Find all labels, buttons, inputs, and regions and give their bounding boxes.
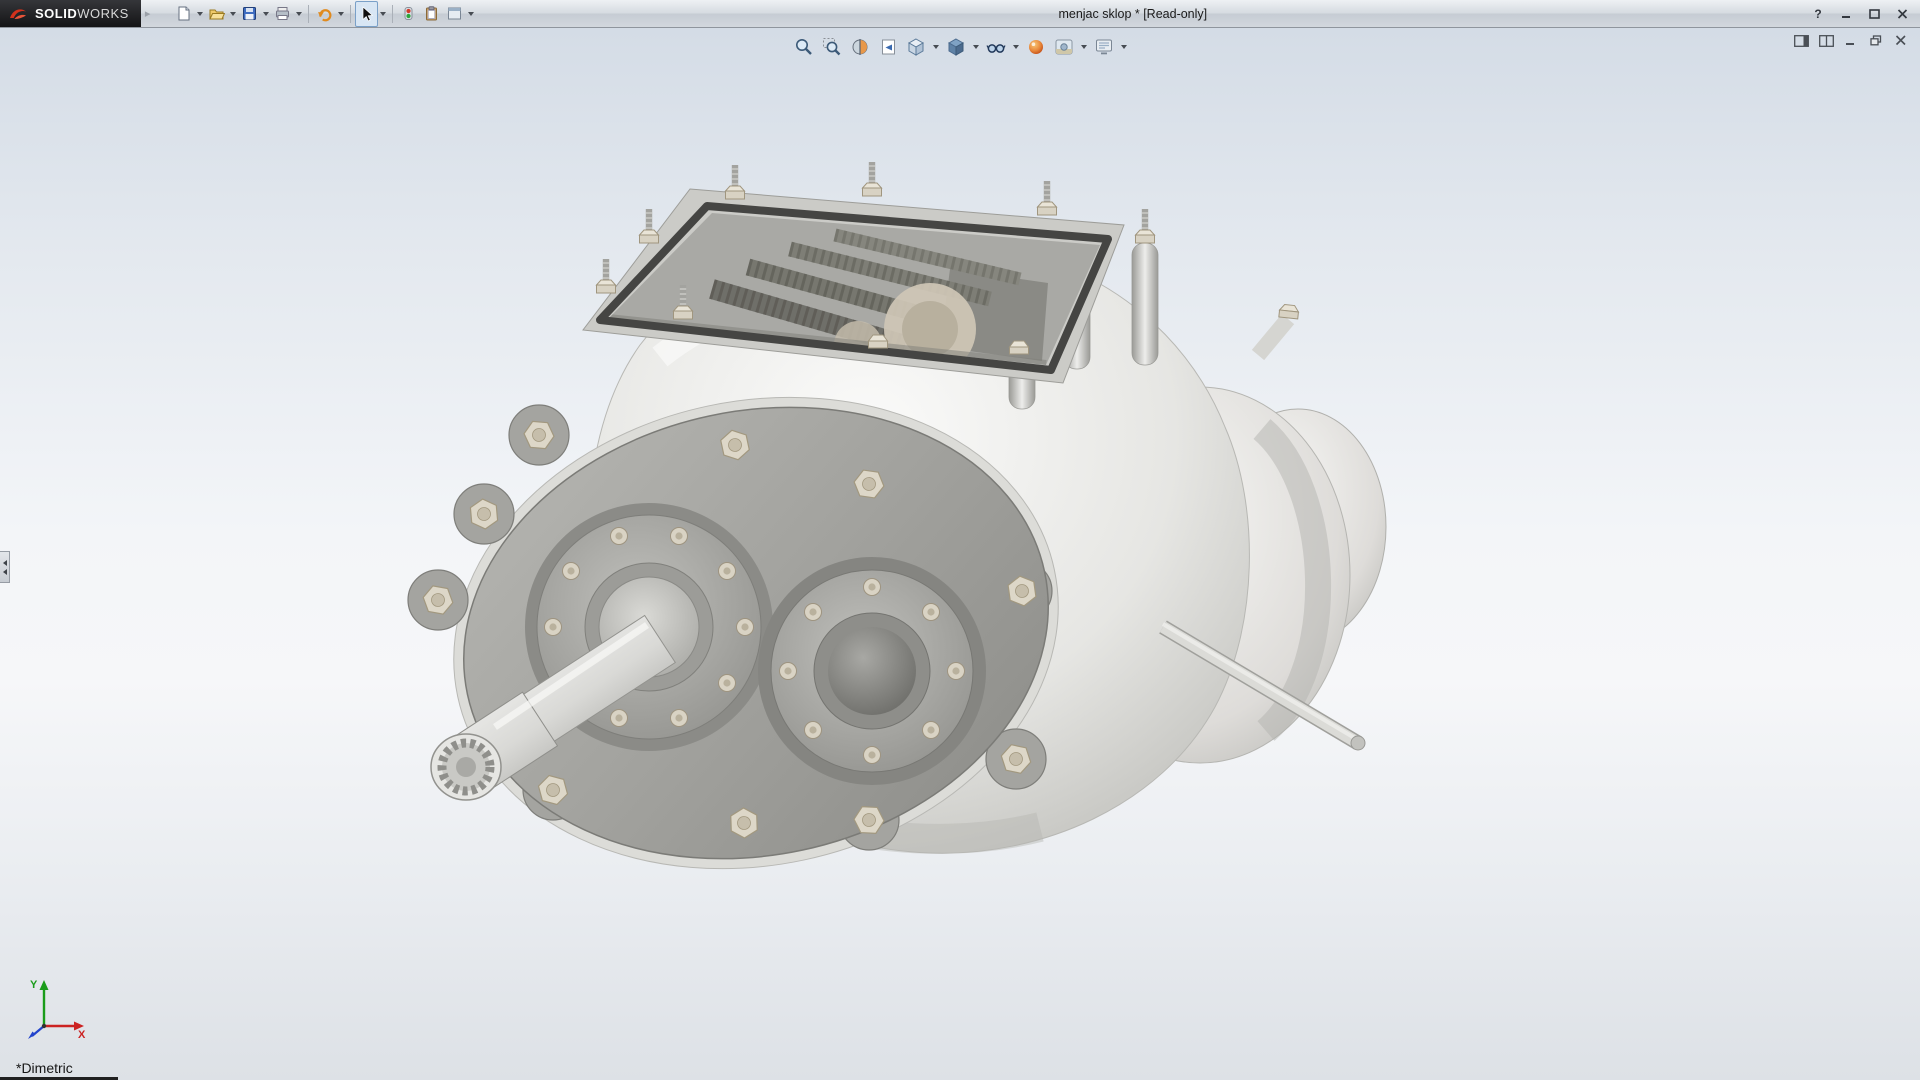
document-close-button[interactable] — [1892, 33, 1910, 48]
minimize-icon — [1841, 9, 1852, 19]
hide-show-items-dropdown[interactable] — [1011, 36, 1021, 58]
pane-toggle-button[interactable] — [1792, 33, 1810, 48]
main-toolbar — [172, 0, 476, 27]
zoom-to-area-button[interactable] — [819, 34, 845, 60]
zoom-to-fit-button[interactable] — [791, 34, 817, 60]
maximize-icon — [1869, 9, 1880, 19]
feature-manager-splitter[interactable] — [0, 551, 10, 583]
close-button[interactable] — [1892, 6, 1912, 22]
shaded-cube-icon — [946, 37, 966, 57]
save-floppy-icon — [241, 5, 258, 22]
graphics-viewport[interactable]: Y X *Dimetric — [0, 27, 1920, 1080]
gearbox-model[interactable] — [0, 27, 1920, 1080]
document-restore-button[interactable] — [1867, 33, 1885, 48]
toolbar-separator — [308, 5, 309, 23]
headsup-view-toolbar — [791, 34, 1129, 60]
triad-y-label: Y — [30, 979, 38, 991]
view-cube-icon — [906, 37, 926, 57]
clipboard-button[interactable] — [420, 1, 443, 27]
select-button[interactable] — [355, 1, 378, 27]
hide-show-items-button[interactable] — [983, 34, 1009, 60]
solidworks-ds-logo-icon — [8, 6, 28, 22]
minimize-button[interactable] — [1836, 6, 1856, 22]
view-orientation-label: *Dimetric — [16, 1060, 73, 1076]
panel-icon — [446, 5, 463, 22]
help-button[interactable]: ? — [1808, 6, 1828, 22]
apply-scene-dropdown[interactable] — [1079, 36, 1089, 58]
new-page-icon — [175, 5, 192, 22]
print-dropdown[interactable] — [294, 3, 304, 25]
appearance-ball-icon — [1026, 37, 1046, 57]
window-controls: ? — [1808, 6, 1920, 22]
new-document-button[interactable] — [172, 1, 195, 27]
select-dropdown[interactable] — [378, 3, 388, 25]
previous-view-button[interactable] — [875, 34, 901, 60]
view-settings-button[interactable] — [1091, 34, 1117, 60]
scene-icon — [1054, 37, 1074, 57]
undo-arrow-icon — [316, 5, 333, 22]
pane-toggle-icon — [1794, 35, 1809, 47]
select-cursor-icon — [358, 5, 375, 22]
magnifier-icon — [794, 37, 814, 57]
apply-scene-button[interactable] — [1051, 34, 1077, 60]
options-button[interactable] — [443, 1, 466, 27]
document-title: menjac sklop * [Read-only] — [1058, 7, 1207, 21]
magnifier-area-icon — [822, 37, 842, 57]
save-button[interactable] — [238, 1, 261, 27]
previous-view-icon — [878, 37, 898, 57]
display-style-button[interactable] — [943, 34, 969, 60]
view-settings-icon — [1094, 37, 1114, 57]
close-icon — [1897, 9, 1908, 19]
display-pane-toggle-icon — [1819, 35, 1834, 47]
maximize-button[interactable] — [1864, 6, 1884, 22]
solidworks-brand: SOLIDWORKS — [0, 0, 141, 27]
section-view-button[interactable] — [847, 34, 873, 60]
open-dropdown[interactable] — [228, 3, 238, 25]
menu-expand-chevron-icon[interactable]: ▸ — [145, 7, 151, 20]
undo-button[interactable] — [313, 1, 336, 27]
triad-x-label: X — [78, 1029, 86, 1041]
edit-appearance-button[interactable] — [1023, 34, 1049, 60]
document-minimize-icon — [1845, 35, 1857, 46]
print-button[interactable] — [271, 1, 294, 27]
orientation-triad: Y X — [22, 974, 94, 1044]
document-minimize-button[interactable] — [1842, 33, 1860, 48]
open-button[interactable] — [205, 1, 228, 27]
traffic-light-icon — [400, 5, 417, 22]
titlebar: SOLIDWORKS ▸ — [0, 0, 1920, 28]
new-document-dropdown[interactable] — [195, 3, 205, 25]
toolbar-separator — [392, 5, 393, 23]
document-restore-icon — [1870, 35, 1882, 46]
section-icon — [850, 37, 870, 57]
clipboard-icon — [423, 5, 440, 22]
display-pane-toggle-button[interactable] — [1817, 33, 1835, 48]
solidworks-window: SOLIDWORKS ▸ — [0, 0, 1920, 1080]
view-orientation-dropdown[interactable] — [931, 36, 941, 58]
document-close-icon — [1895, 35, 1907, 46]
brand-text: SOLIDWORKS — [35, 5, 129, 23]
open-folder-icon — [208, 5, 225, 22]
document-window-controls — [1792, 33, 1910, 48]
save-dropdown[interactable] — [261, 3, 271, 25]
view-settings-dropdown[interactable] — [1119, 36, 1129, 58]
undo-dropdown[interactable] — [336, 3, 346, 25]
options-dropdown[interactable] — [466, 3, 476, 25]
printer-icon — [274, 5, 291, 22]
glasses-icon — [986, 37, 1006, 57]
display-style-dropdown[interactable] — [971, 36, 981, 58]
rebuild-button[interactable] — [397, 1, 420, 27]
view-orientation-button[interactable] — [903, 34, 929, 60]
toolbar-separator — [350, 5, 351, 23]
